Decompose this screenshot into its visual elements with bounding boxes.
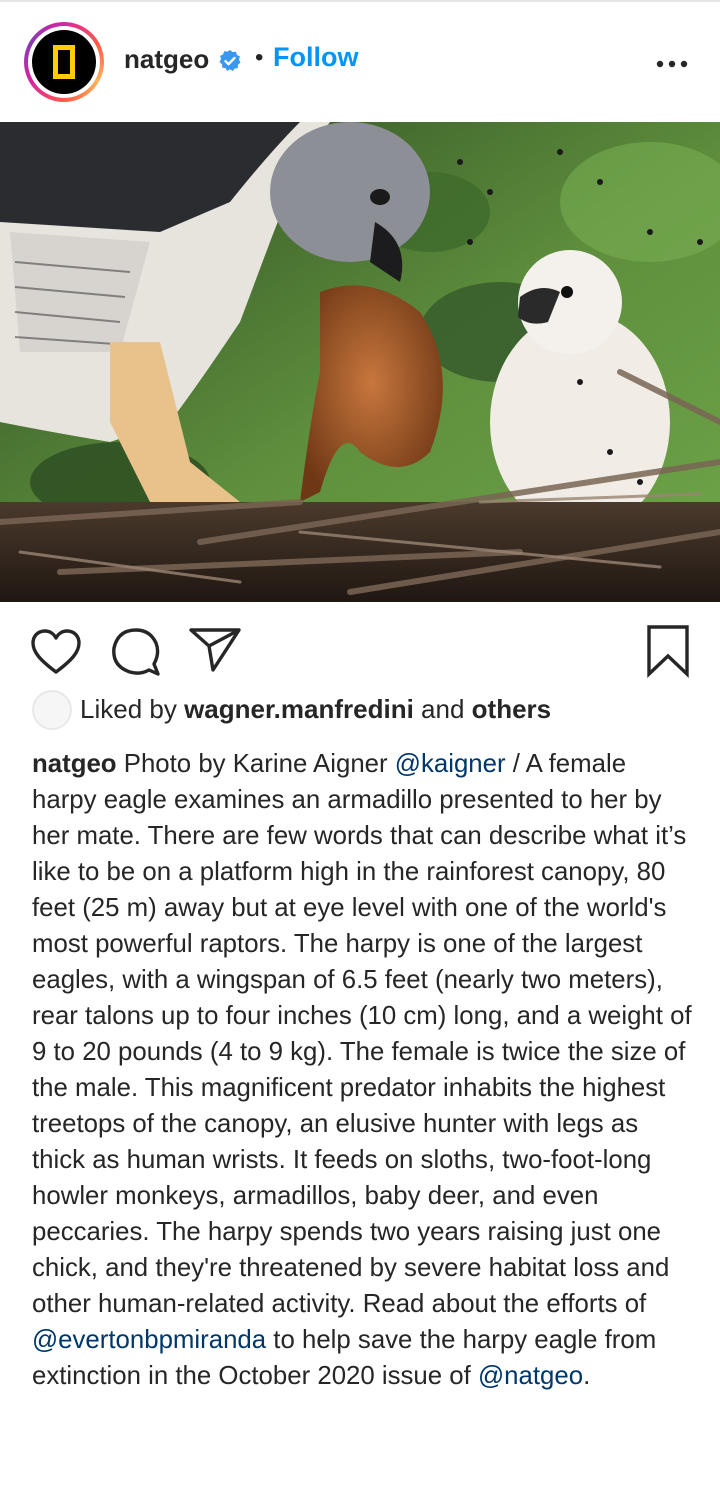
- follow-button[interactable]: Follow: [273, 42, 358, 73]
- heart-icon[interactable]: [30, 628, 82, 676]
- profile-avatar[interactable]: [24, 22, 104, 102]
- bookmark-icon[interactable]: [644, 624, 692, 678]
- natgeo-logo-icon: [53, 45, 75, 79]
- likes-prefix: Liked by: [80, 694, 177, 724]
- verified-badge-icon: [219, 50, 241, 71]
- caption-username[interactable]: natgeo: [32, 750, 117, 778]
- caption-mention[interactable]: @kaigner: [395, 750, 506, 778]
- caption-text: Photo by Karine Aigner: [123, 750, 388, 778]
- liker-avatar[interactable]: [32, 690, 72, 730]
- caption-mention[interactable]: @natgeo: [478, 1362, 583, 1390]
- caption-text: .: [583, 1362, 591, 1390]
- share-icon[interactable]: [188, 626, 242, 674]
- likes-others-link[interactable]: others: [472, 694, 551, 724]
- caption-mention[interactable]: @evertonbpmiranda: [32, 1326, 266, 1354]
- more-options-icon[interactable]: [652, 44, 692, 84]
- post-header: natgeo • Follow: [0, 2, 720, 122]
- post-username[interactable]: natgeo: [124, 44, 209, 75]
- caption-text: / A female harpy eagle examines an armad…: [32, 750, 692, 1318]
- post-photo[interactable]: [0, 122, 720, 602]
- post-caption: natgeo Photo by Karine Aigner @kaigner /…: [32, 746, 692, 1394]
- likes-conjunction: and: [421, 694, 465, 724]
- liker-username[interactable]: wagner.manfredini: [184, 694, 414, 724]
- header-separator: •: [255, 44, 264, 71]
- likes-summary: Liked by wagner.manfredini and others: [80, 694, 551, 725]
- comment-icon[interactable]: [110, 626, 162, 678]
